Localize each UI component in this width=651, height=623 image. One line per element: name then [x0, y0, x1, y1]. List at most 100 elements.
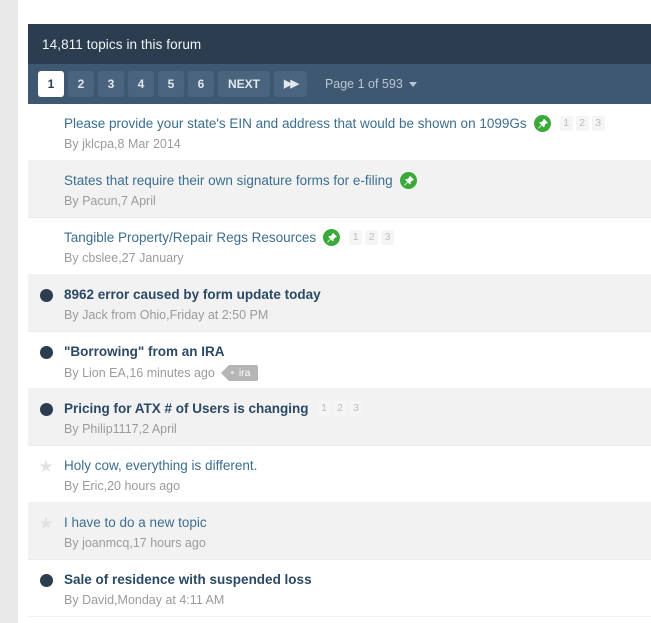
byline-author-link[interactable]: cbslee	[82, 251, 118, 265]
last-page-button[interactable]: ▶▶	[274, 71, 307, 97]
byline-author-link[interactable]: jklcpa	[82, 137, 114, 151]
chevron-down-icon	[408, 81, 417, 87]
byline-author-link[interactable]: Jack from Ohio	[82, 308, 166, 322]
byline-date: Friday at 2:50 PM	[169, 308, 269, 322]
byline-author-link[interactable]: David	[82, 593, 114, 607]
topic-status-cell	[28, 341, 64, 359]
left-gutter-inner	[18, 0, 28, 623]
topic-title-line: 8962 error caused by form update today	[64, 284, 651, 304]
topic-row[interactable]: Tangible Property/Repair Regs Resources 1…	[28, 218, 651, 275]
byline-author-link[interactable]: Lion EA	[82, 366, 126, 380]
topic-title-link[interactable]: Sale of residence with suspended loss	[64, 572, 312, 587]
topic-mini-page-1[interactable]: 1	[349, 229, 363, 245]
byline-prefix: By	[64, 422, 79, 436]
byline-prefix: By	[64, 194, 79, 208]
topic-row[interactable]: Please provide your state's EIN and addr…	[28, 104, 651, 161]
page-button-1[interactable]: 1	[38, 71, 64, 97]
star-icon[interactable]: ★	[38, 515, 53, 532]
unread-dot-icon[interactable]	[39, 403, 53, 416]
topic-mini-page-1[interactable]: 1	[317, 400, 331, 416]
byline-prefix: By	[64, 536, 79, 550]
topic-main: States that require their own signature …	[64, 170, 651, 208]
page-button-4[interactable]: 4	[128, 71, 154, 97]
byline-prefix: By	[64, 479, 79, 493]
fast-forward-icon: ▶▶	[284, 77, 299, 90]
byline-prefix: By	[64, 251, 79, 265]
topic-title-line: Sale of residence with suspended loss	[64, 569, 651, 589]
topic-tag[interactable]: ira	[220, 365, 258, 381]
topic-mini-page-2[interactable]: 2	[333, 400, 347, 416]
unread-dot-icon[interactable]	[39, 289, 53, 302]
topic-title-link[interactable]: Please provide your state's EIN and addr…	[64, 116, 527, 131]
topic-title-line: "Borrowing" from an IRA	[64, 341, 651, 361]
topic-main: Sale of residence with suspended loss By …	[64, 569, 651, 608]
byline-prefix: By	[64, 366, 79, 380]
topic-row[interactable]: States that require their own signature …	[28, 161, 651, 218]
topic-title-line: Please provide your state's EIN and addr…	[64, 113, 651, 133]
topic-main: Holy cow, everything is different. By Eri…	[64, 455, 651, 494]
byline-date: 16 minutes ago	[129, 366, 215, 380]
topic-status-cell	[28, 170, 64, 188]
topic-byline: By Eric, 20 hours ago	[64, 479, 181, 493]
byline-author-link[interactable]: Pacun	[82, 194, 117, 208]
topic-title-link[interactable]: I have to do a new topic	[64, 515, 207, 530]
next-page-button[interactable]: NEXT	[218, 71, 271, 97]
pagination-bar: 1 2 3 4 5 6 NEXT ▶▶ Page 1 of 593	[28, 64, 651, 104]
topic-byline: By Pacun, 7 April	[64, 194, 156, 208]
topic-title-line: Tangible Property/Repair Regs Resources 1…	[64, 227, 651, 247]
topic-main: I have to do a new topic By joanmcq, 17 h…	[64, 512, 651, 551]
page-button-6[interactable]: 6	[188, 71, 214, 97]
topic-title-link[interactable]: Tangible Property/Repair Regs Resources	[64, 230, 316, 245]
topic-row[interactable]: Pricing for ATX # of Users is changing 1 2…	[28, 389, 651, 446]
topic-status-cell	[28, 113, 64, 131]
topic-title-link[interactable]: Holy cow, everything is different.	[64, 458, 257, 473]
topic-mini-pagination: 123	[559, 115, 605, 131]
topic-row[interactable]: "Borrowing" from an IRA By Lion EA, 16 mi…	[28, 332, 651, 389]
topic-count-label: 14,811 topics in this forum	[42, 36, 202, 52]
byline-prefix: By	[64, 308, 79, 322]
topic-main: Pricing for ATX # of Users is changing 1 2…	[64, 398, 651, 436]
topic-row[interactable]: ★ I have to do a new topic By joanmcq, 17 …	[28, 503, 651, 560]
topic-title-line: Holy cow, everything is different.	[64, 455, 651, 475]
unread-dot-icon[interactable]	[39, 574, 53, 587]
topic-row[interactable]: 8962 error caused by form update today By…	[28, 275, 651, 332]
status-placeholder	[40, 175, 53, 188]
page-jump-control[interactable]: Page 1 of 593	[325, 77, 417, 91]
topic-status-cell	[28, 284, 64, 302]
page-button-3[interactable]: 3	[98, 71, 124, 97]
topic-mini-page-3[interactable]: 3	[349, 400, 363, 416]
byline-date: 27 January	[121, 251, 184, 265]
page-button-2[interactable]: 2	[68, 71, 94, 97]
byline-author-link[interactable]: Philip1117	[82, 422, 139, 436]
byline-date: 2 April	[142, 422, 177, 436]
topic-mini-page-2[interactable]: 2	[365, 229, 379, 245]
topic-row[interactable]: Sale of residence with suspended loss By …	[28, 560, 651, 617]
status-placeholder	[40, 118, 53, 131]
byline-date: Monday at 4:11 AM	[117, 593, 225, 607]
byline-date: 20 hours ago	[107, 479, 181, 493]
topic-status-cell	[28, 569, 64, 587]
topic-mini-page-3[interactable]: 3	[591, 115, 605, 131]
byline-prefix: By	[64, 137, 79, 151]
topic-mini-page-3[interactable]: 3	[381, 229, 395, 245]
page-button-5[interactable]: 5	[158, 71, 184, 97]
topic-title-link[interactable]: 8962 error caused by form update today	[64, 287, 321, 302]
topic-title-link[interactable]: Pricing for ATX # of Users is changing	[64, 401, 309, 416]
byline-date: 7 April	[121, 194, 156, 208]
topic-mini-page-1[interactable]: 1	[559, 115, 573, 131]
topic-main: Tangible Property/Repair Regs Resources 1…	[64, 227, 651, 265]
topic-mini-page-2[interactable]: 2	[575, 115, 589, 131]
page-root: 14,811 topics in this forum 1 2 3 4 5 6 NEXT ▶▶…	[0, 0, 651, 623]
page-jump-label: Page 1 of 593	[324, 77, 403, 91]
topic-byline: By David, Monday at 4:11 AM	[64, 593, 225, 607]
byline-author-link[interactable]: joanmcq	[82, 536, 129, 550]
topic-title-link[interactable]: "Borrowing" from an IRA	[64, 344, 225, 359]
pin-icon	[533, 114, 551, 132]
byline-author-link[interactable]: Eric	[82, 479, 104, 493]
topic-title-line: I have to do a new topic	[64, 512, 651, 532]
topic-row[interactable]: ★ Holy cow, everything is different. By Er…	[28, 446, 651, 503]
unread-dot-icon[interactable]	[39, 346, 53, 359]
topic-title-link[interactable]: States that require their own signature …	[64, 173, 393, 188]
topic-status-cell: ★	[28, 455, 64, 475]
star-icon[interactable]: ★	[38, 458, 53, 475]
